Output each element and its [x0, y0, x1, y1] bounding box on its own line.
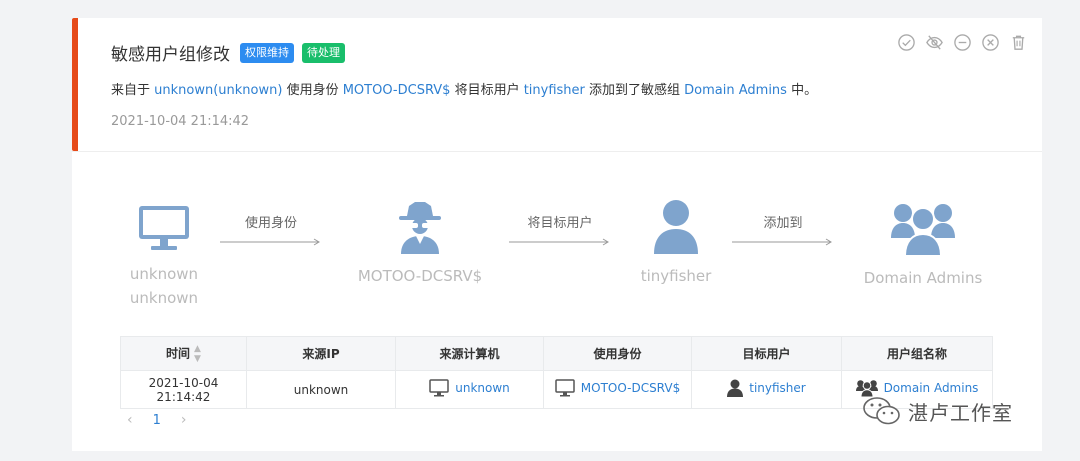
wechat-icon [863, 397, 900, 425]
column-header-time[interactable]: 时间 ▲ ▼ [120, 336, 247, 371]
flow-node-source: unknown unknown [102, 204, 226, 310]
watermark-text: 湛卢工作室 [908, 400, 1013, 425]
flow-node-label: unknown [129, 265, 199, 283]
group-icon [891, 204, 955, 256]
computer-icon [429, 379, 449, 397]
next-page-button[interactable]: › [181, 412, 187, 428]
alert-card: 敏感用户组修改 权限维持 待处理 来自于 unknown(unknown) 使用… [72, 18, 1042, 451]
arrow-right-icon [509, 238, 609, 246]
computer-icon [139, 206, 189, 250]
flow-arrow-label: 添加到 [763, 216, 803, 231]
spy-icon [399, 202, 441, 254]
desc-text: 使用身份 [282, 83, 343, 98]
target-user-link[interactable]: tinyfisher [749, 381, 805, 395]
alert-actions [897, 33, 1028, 52]
alert-timestamp: 2021-10-04 21:14:42 [111, 114, 250, 129]
group-link[interactable]: Domain Admins [884, 381, 979, 395]
trash-icon[interactable] [1009, 33, 1028, 52]
cell-computer: unknown [395, 370, 544, 409]
cell-target: tinyfisher [691, 370, 842, 409]
flow-arrow-label: 使用身份 [244, 216, 297, 231]
computer-link[interactable]: unknown [455, 381, 510, 395]
flow-arrow-label: 将目标用户 [527, 216, 593, 231]
eye-off-icon[interactable] [925, 33, 944, 52]
flow-node-identity: MOTOO-DCSRV$ [340, 200, 500, 288]
wechat-watermark: 湛卢工作室 [862, 396, 1013, 426]
flow-node-label: tinyfisher [640, 267, 712, 285]
flow-node-sublabel: unknown [129, 289, 199, 307]
check-circle-icon[interactable] [897, 33, 916, 52]
cell-time: 2021-10-04 21:14:42 [120, 370, 247, 409]
minus-circle-icon[interactable] [953, 33, 972, 52]
status-tag: 待处理 [302, 42, 345, 63]
pagination: ‹ 1 › [127, 412, 187, 428]
arrow-right-icon [220, 238, 320, 246]
cell-identity: MOTOO-DCSRV$ [543, 370, 692, 409]
target-user-link[interactable]: tinyfisher [524, 83, 585, 98]
cell-ip: unknown [246, 370, 396, 409]
flow-node-target: tinyfisher [626, 198, 726, 288]
table-header-row: 时间 ▲ ▼ 来源IP 来源计算机 使用身份 目标用户 用户组名称 [120, 336, 993, 371]
column-header-target: 目标用户 [691, 336, 842, 371]
desc-text: 中。 [786, 83, 818, 98]
alert-header: 敏感用户组修改 权限维持 待处理 来自于 unknown(unknown) 使用… [72, 18, 1042, 151]
page-1-button[interactable]: 1 [153, 413, 161, 428]
arrow-right-icon [732, 238, 832, 246]
alert-title: 敏感用户组修改 [111, 45, 230, 65]
sort-icon[interactable]: ▲ ▼ [194, 344, 201, 364]
column-header-computer: 来源计算机 [395, 336, 544, 371]
flow-node-label: Domain Admins [863, 269, 983, 287]
group-link[interactable]: Domain Admins [684, 83, 787, 98]
category-tag: 权限维持 [240, 42, 294, 63]
header-label: 时间 [166, 346, 191, 360]
column-header-group: 用户组名称 [841, 336, 993, 371]
alert-title-row: 敏感用户组修改 权限维持 待处理 [111, 40, 345, 65]
identity-link[interactable]: MOTOO-DCSRV$ [343, 83, 451, 98]
alert-description: 来自于 unknown(unknown) 使用身份 MOTOO-DCSRV$ 将… [111, 79, 817, 98]
source-host-link[interactable]: unknown(unknown) [154, 83, 282, 98]
computer-icon [555, 379, 575, 397]
prev-page-button[interactable]: ‹ [127, 412, 133, 428]
user-icon [654, 200, 698, 254]
column-header-ip: 来源IP [246, 336, 396, 371]
flow-node-label: MOTOO-DCSRV$ [357, 267, 483, 285]
desc-text: 添加到了敏感组 [584, 83, 685, 98]
identity-link[interactable]: MOTOO-DCSRV$ [581, 381, 680, 395]
group-icon [855, 380, 878, 397]
flow-node-group: Domain Admins [858, 200, 988, 290]
desc-text: 来自于 [111, 83, 155, 98]
column-header-identity: 使用身份 [543, 336, 692, 371]
desc-text: 将目标用户 [450, 83, 524, 98]
close-circle-icon[interactable] [981, 33, 1000, 52]
user-icon [727, 379, 744, 397]
